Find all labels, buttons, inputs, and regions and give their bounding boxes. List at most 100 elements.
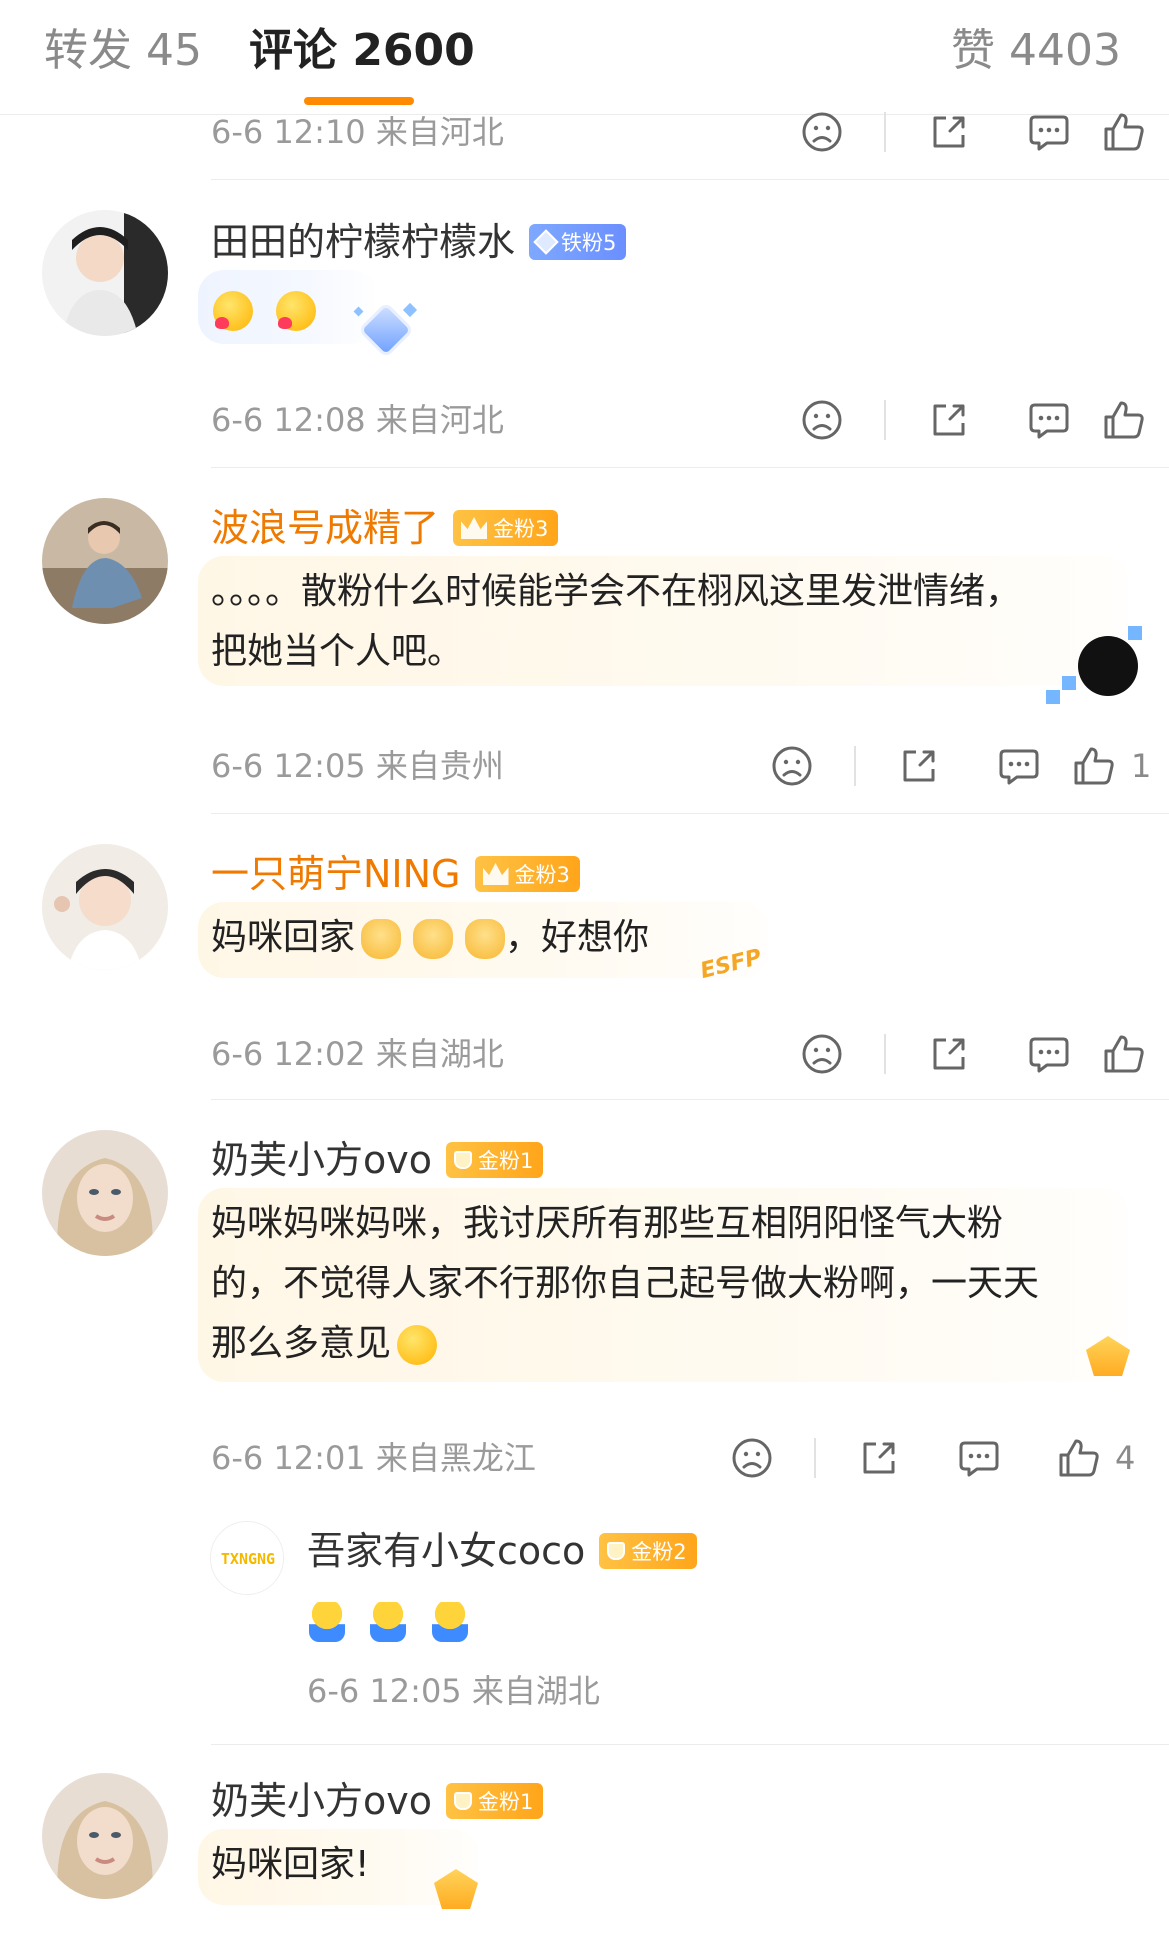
hug-emoji-icon bbox=[309, 1602, 345, 1642]
share-icon bbox=[928, 1033, 970, 1075]
cat-emoji-icon bbox=[361, 919, 402, 959]
avatar[interactable] bbox=[42, 210, 168, 336]
cat-emoji-icon bbox=[465, 919, 506, 959]
fan-badge[interactable]: 金粉1 bbox=[446, 1783, 544, 1819]
hug-emoji-icon bbox=[431, 1602, 468, 1642]
reply-button[interactable] bbox=[1024, 104, 1074, 160]
reply-button[interactable] bbox=[1024, 1026, 1074, 1082]
comment-header: 吾家有小女coco 金粉2 bbox=[307, 1525, 697, 1577]
share-icon bbox=[928, 111, 970, 153]
action-separator bbox=[814, 1438, 816, 1478]
like-button[interactable] bbox=[1099, 392, 1149, 448]
fan-badge-label: 金粉1 bbox=[478, 1149, 534, 1173]
comment-header: 一只萌宁NING 金粉3 bbox=[211, 848, 580, 900]
fan-badge[interactable]: 铁粉5 bbox=[529, 224, 627, 260]
avatar[interactable] bbox=[42, 1130, 168, 1256]
username[interactable]: 田田的柠檬柠檬水 bbox=[211, 216, 515, 268]
frown-face-icon bbox=[801, 1033, 843, 1075]
comment-text-segment: 那么多意见 bbox=[211, 1323, 392, 1364]
tab-forward[interactable]: 转发 45 bbox=[44, 18, 202, 84]
kiss-emoji-icon bbox=[213, 291, 253, 331]
like-count: 1 bbox=[1131, 747, 1152, 785]
comment-text-prefix: 妈咪回家 bbox=[211, 917, 356, 958]
username[interactable]: 奶芙小方ovo bbox=[211, 1134, 432, 1186]
share-button[interactable] bbox=[894, 738, 944, 794]
avatar[interactable] bbox=[42, 1773, 168, 1899]
gold-gem-icon bbox=[454, 1151, 472, 1169]
diamond-icon bbox=[533, 229, 559, 255]
comment-bubble-icon bbox=[1027, 399, 1071, 441]
comment-bubble-icon bbox=[957, 1437, 1001, 1479]
tab-comments[interactable]: 评论 2600 bbox=[249, 18, 475, 84]
dislike-button[interactable] bbox=[797, 392, 847, 448]
crown-icon bbox=[482, 863, 509, 885]
avatar[interactable] bbox=[42, 844, 168, 970]
username[interactable]: 吾家有小女coco bbox=[307, 1525, 585, 1577]
fan-badge[interactable]: 金粉2 bbox=[599, 1533, 697, 1569]
like-button[interactable] bbox=[1099, 104, 1149, 160]
share-button[interactable] bbox=[854, 1430, 904, 1486]
comment-item: 波浪号成精了 金粉3 。。。。散粉什么时候能学会不在栩风这里发泄情绪， 把她当个… bbox=[0, 468, 1169, 814]
thumbs-up-icon bbox=[1102, 399, 1146, 441]
thumbs-up-icon bbox=[1102, 111, 1146, 153]
tab-likes[interactable]: 赞 4403 bbox=[951, 18, 1121, 84]
username[interactable]: 波浪号成精了 bbox=[211, 502, 439, 554]
like-button[interactable] bbox=[1099, 1026, 1149, 1082]
thumbs-up-icon bbox=[1057, 1437, 1101, 1479]
comment-text-suffix: ，好想你 bbox=[505, 917, 650, 958]
comment-item: 奶芙小方ovo 金粉1 妈咪回家! bbox=[0, 1745, 1169, 1959]
like-button[interactable] bbox=[1069, 738, 1119, 794]
action-separator bbox=[884, 400, 886, 440]
comment-bubble-icon bbox=[1027, 1033, 1071, 1075]
pixel-decoration bbox=[1046, 690, 1060, 704]
reply-button[interactable] bbox=[994, 738, 1044, 794]
share-button[interactable] bbox=[924, 392, 974, 448]
fan-badge-label: 铁粉5 bbox=[561, 231, 617, 255]
dislike-button[interactable] bbox=[797, 1026, 847, 1082]
fan-badge-label: 金粉2 bbox=[631, 1540, 687, 1564]
comment-header: 田田的柠檬柠檬水 铁粉5 bbox=[211, 216, 627, 268]
username[interactable]: 奶芙小方ovo bbox=[211, 1775, 432, 1827]
fan-badge[interactable]: 金粉3 bbox=[453, 510, 559, 546]
dislike-button[interactable] bbox=[767, 738, 817, 794]
frown-face-icon bbox=[771, 745, 813, 787]
share-icon bbox=[858, 1437, 900, 1479]
comment-meta: 6-6 12:10 来自河北 bbox=[211, 113, 504, 151]
gold-gem-icon bbox=[607, 1542, 626, 1560]
hug-emoji-icon bbox=[370, 1602, 407, 1642]
comment-text: 妈咪回家 ，好想你 bbox=[211, 908, 649, 968]
like-count: 4 bbox=[1115, 1439, 1136, 1477]
fan-badge[interactable]: 金粉3 bbox=[474, 856, 580, 892]
comment-item: 奶芙小方ovo 金粉1 妈咪妈咪妈咪，我讨厌所有那些互相阴阳怪气大粉 的，不觉得… bbox=[0, 1100, 1169, 1520]
cat-emoji-icon bbox=[413, 919, 454, 959]
share-button[interactable] bbox=[924, 104, 974, 160]
fan-badge[interactable]: 金粉1 bbox=[446, 1142, 544, 1178]
share-button[interactable] bbox=[924, 1026, 974, 1082]
avatar[interactable] bbox=[42, 498, 168, 624]
reply-button[interactable] bbox=[954, 1430, 1004, 1486]
comment-text-line: 妈咪妈咪妈咪，我讨厌所有那些互相阴阳怪气大粉 bbox=[211, 1203, 1004, 1244]
comment-header: 奶芙小方ovo 金粉1 bbox=[211, 1134, 544, 1186]
share-icon bbox=[898, 745, 940, 787]
comment-partial: 6-6 12:10 来自河北 bbox=[0, 100, 1169, 180]
username[interactable]: 一只萌宁NING bbox=[211, 848, 461, 900]
action-separator bbox=[854, 746, 856, 786]
reply-item: TXNGNG 吾家有小女coco 金粉2 6-6 12:05 来自湖北 bbox=[0, 1505, 1169, 1745]
frown-face-icon bbox=[801, 111, 843, 153]
comment-bubble-icon bbox=[997, 745, 1041, 787]
reply-button[interactable] bbox=[1024, 392, 1074, 448]
avatar-logo-text: TXNGNG bbox=[220, 1550, 276, 1568]
dislike-button[interactable] bbox=[727, 1430, 777, 1486]
kiss-emoji-icon bbox=[276, 291, 317, 331]
like-button[interactable] bbox=[1054, 1430, 1104, 1486]
comment-item: 一只萌宁NING 金粉3 妈咪回家 ，好想你 ESFP 6-6 12:02 来自湖… bbox=[0, 814, 1169, 1100]
gold-gem-icon bbox=[454, 1792, 472, 1810]
astronaut-sticker-icon bbox=[1078, 636, 1138, 696]
comment-text-line: 把她当个人吧。 bbox=[211, 631, 464, 672]
fan-badge-label: 金粉3 bbox=[493, 517, 549, 541]
avatar[interactable]: TXNGNG bbox=[210, 1521, 284, 1595]
thumbs-up-icon bbox=[1102, 1033, 1146, 1075]
dislike-button[interactable] bbox=[797, 104, 847, 160]
comment-text-line: 的，不觉得人家不行那你自己起号做大粉啊，一天天 bbox=[211, 1263, 1040, 1304]
fan-badge-label: 金粉1 bbox=[478, 1790, 534, 1814]
